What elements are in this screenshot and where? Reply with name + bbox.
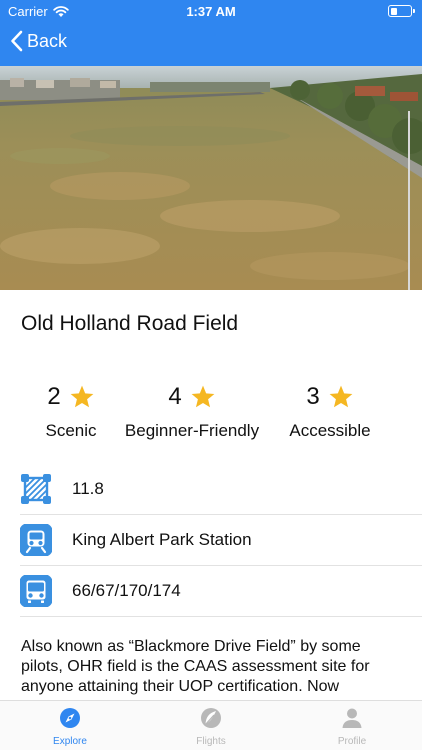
tab-flights[interactable]: Flights	[141, 701, 281, 750]
battery-icon	[388, 5, 415, 17]
star-icon	[191, 385, 215, 408]
info-row-mrt: King Albert Park Station	[0, 515, 422, 566]
field-title: Old Holland Road Field	[21, 312, 239, 335]
tab-label: Explore	[53, 736, 87, 747]
rating-accessible: 3 Accessible	[283, 380, 377, 441]
ratings-section: 2 Scenic 4 Beginner-Friendly 3 Accessibl…	[0, 380, 422, 450]
rating-label: Scenic	[45, 421, 97, 440]
area-icon	[21, 474, 51, 504]
info-row-bus: 66/67/170/174	[0, 566, 422, 617]
field-photo	[0, 66, 422, 290]
tab-label: Flights	[196, 736, 226, 747]
tab-bar: Explore Flights Profile	[0, 700, 422, 750]
field-description: Also known as “Blackmore Drive Field” by…	[21, 638, 370, 695]
battery-level	[390, 7, 397, 15]
tab-label: Profile	[337, 736, 367, 747]
tab-explore[interactable]: Explore	[0, 701, 140, 750]
drone-icon	[201, 708, 221, 728]
rating-value: 4	[168, 383, 182, 410]
info-row-area: 11.8	[0, 464, 422, 515]
rating-beginner-friendly: 4 Beginner-Friendly	[116, 380, 268, 441]
mrt-station: King Albert Park Station	[72, 530, 252, 549]
status-bar: Carrier 1:37 AM	[0, 0, 422, 22]
rating-scenic: 2 Scenic	[40, 380, 102, 441]
person-icon	[342, 708, 362, 728]
navigation-bar: Back	[0, 22, 422, 66]
rating-value: 2	[47, 383, 61, 410]
rating-value: 3	[306, 383, 320, 410]
back-label: Back	[27, 30, 68, 51]
rating-label: Accessible	[289, 421, 371, 440]
area-value: 11.8	[72, 479, 104, 498]
back-button[interactable]: Back	[10, 30, 67, 52]
train-icon	[20, 524, 52, 556]
divider	[20, 616, 422, 617]
chevron-left-icon	[11, 30, 23, 52]
tab-profile[interactable]: Profile	[282, 701, 422, 750]
rating-label: Beginner-Friendly	[124, 421, 260, 440]
star-icon	[329, 385, 353, 408]
bus-icon	[20, 575, 52, 607]
bus-numbers: 66/67/170/174	[72, 581, 181, 600]
star-icon	[70, 385, 94, 408]
compass-icon	[60, 708, 80, 728]
status-time: 1:37 AM	[186, 4, 236, 19]
